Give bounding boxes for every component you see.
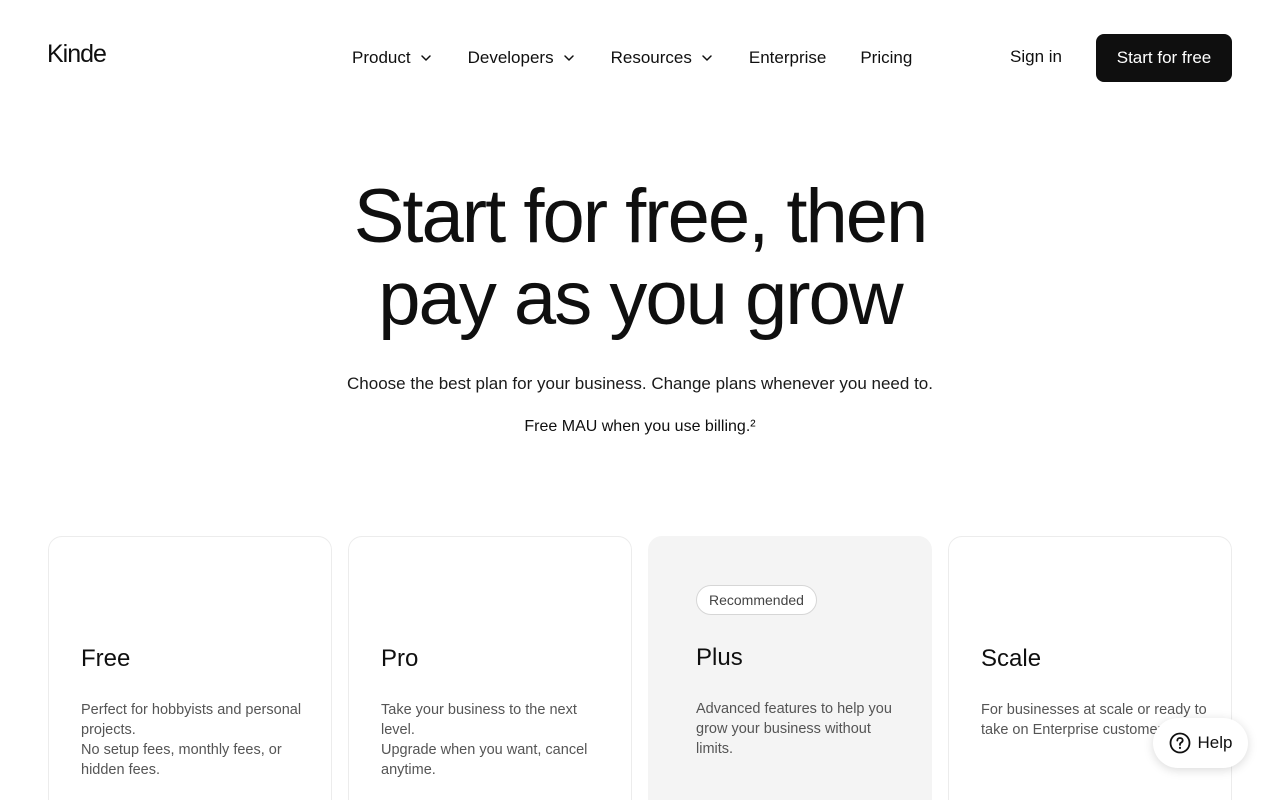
plan-name: Pro bbox=[381, 645, 419, 672]
plan-description: Take your business to the next level. Up… bbox=[381, 700, 609, 780]
plan-description-line: Perfect for hobbyists and personal proje… bbox=[81, 702, 302, 738]
hero-subtitle: Choose the best plan for your business. … bbox=[347, 374, 933, 393]
nav-enterprise[interactable]: Enterprise bbox=[749, 48, 826, 68]
nav-developers-label: Developers bbox=[467, 48, 554, 67]
plan-description-line: Upgrade when you want, cancel anytime. bbox=[381, 742, 588, 778]
help-label: Help bbox=[1197, 733, 1233, 752]
chevron-down-icon bbox=[420, 55, 431, 61]
nav-resources-label: Resources bbox=[610, 48, 692, 67]
nav-pricing[interactable]: Pricing bbox=[860, 48, 912, 68]
main-nav: Product Developers Resources Enterprise … bbox=[352, 46, 912, 70]
hero-title: Start for free, then pay as you grow bbox=[0, 176, 1280, 340]
nav-resources[interactable]: Resources bbox=[611, 48, 714, 68]
nav-developers[interactable]: Developers bbox=[468, 48, 576, 68]
nav-product-label: Product bbox=[352, 48, 411, 67]
nav-product[interactable]: Product bbox=[352, 48, 433, 68]
help-button[interactable]: Help bbox=[1153, 718, 1248, 768]
hero-billing-note: Free MAU when you use billing.² bbox=[524, 418, 756, 435]
plan-name: Free bbox=[81, 645, 131, 672]
hero-title-line2: pay as you grow bbox=[378, 256, 903, 341]
chevron-down-icon bbox=[702, 55, 712, 61]
sign-in-link[interactable]: Sign in bbox=[1010, 47, 1062, 67]
recommended-badge: Recommended bbox=[696, 585, 817, 615]
plan-card-pro: Pro Take your business to the next level… bbox=[348, 536, 632, 800]
start-for-free-button[interactable]: Start for free bbox=[1096, 34, 1232, 82]
plan-card-free: Free Perfect for hobbyists and personal … bbox=[48, 536, 332, 800]
plan-description-line: No setup fees, monthly fees, or hidden f… bbox=[81, 742, 282, 778]
plan-description: Perfect for hobbyists and personal proje… bbox=[81, 700, 309, 780]
plan-description: Advanced features to help you grow your … bbox=[696, 701, 892, 757]
plan-name: Scale bbox=[981, 645, 1042, 672]
plan-description-line: Take your business to the next level. bbox=[381, 702, 577, 738]
hero-title-line1: Start for free, then bbox=[353, 174, 929, 259]
question-circle-icon bbox=[1169, 732, 1190, 754]
site-header: Kinde Product Developers Resources Enter… bbox=[0, 0, 1280, 116]
plan-name: Plus bbox=[696, 644, 743, 671]
plan-card-plus: Recommended Plus Advanced features to he… bbox=[648, 536, 932, 800]
kinde-logo[interactable]: Kinde bbox=[47, 40, 107, 69]
chevron-down-icon bbox=[563, 55, 574, 61]
